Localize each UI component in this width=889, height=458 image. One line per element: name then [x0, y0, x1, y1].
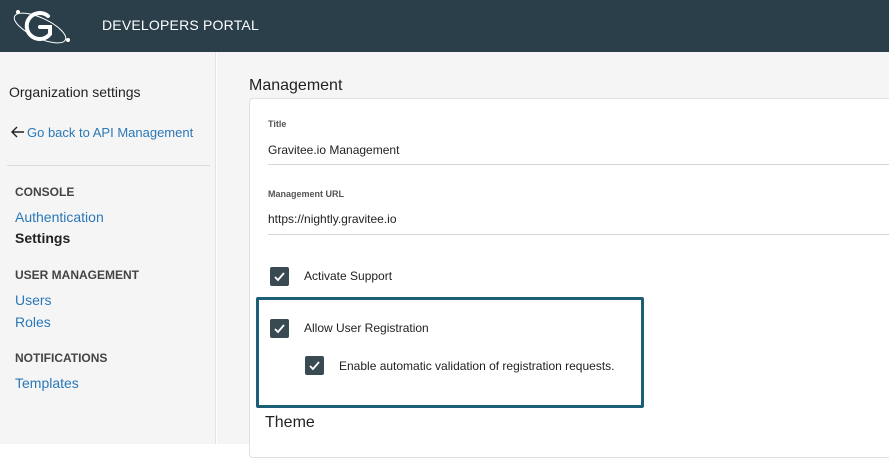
sidebar-item-settings[interactable]: Settings: [15, 230, 70, 246]
activate-support-checkbox[interactable]: [270, 267, 289, 286]
auto-validation-checkbox[interactable]: [305, 356, 324, 375]
check-icon: [274, 272, 285, 282]
top-bar: DEVELOPERS PORTAL: [0, 0, 889, 52]
section-console: CONSOLE: [15, 185, 75, 199]
sidebar-divider: [7, 165, 210, 166]
title-input[interactable]: [268, 143, 868, 157]
registration-highlight-box: [256, 297, 644, 408]
sidebar-item-authentication[interactable]: Authentication: [15, 209, 104, 225]
gravitee-logo-icon[interactable]: [10, 4, 74, 48]
management-url-input-underline: [268, 234, 889, 235]
page-title: Management: [249, 77, 343, 94]
section-user-management: USER MANAGEMENT: [15, 268, 140, 282]
sidebar-item-templates[interactable]: Templates: [15, 375, 79, 391]
management-url-input[interactable]: [268, 212, 868, 226]
check-icon: [309, 361, 320, 371]
sidebar: Organization settings Go back to API Man…: [0, 52, 216, 444]
section-notifications: NOTIFICATIONS: [15, 351, 108, 365]
portal-title: DEVELOPERS PORTAL: [102, 17, 259, 33]
auto-validation-label: Enable automatic validation of registrat…: [339, 359, 615, 373]
check-icon: [274, 324, 285, 334]
sidebar-item-users[interactable]: Users: [15, 292, 52, 308]
title-field-label: Title: [268, 119, 287, 129]
allow-user-registration-label: Allow User Registration: [304, 321, 429, 335]
sidebar-item-roles[interactable]: Roles: [15, 314, 51, 330]
back-to-api-management-link[interactable]: Go back to API Management: [11, 125, 193, 140]
theme-section-title: Theme: [265, 414, 315, 431]
activate-support-label: Activate Support: [304, 269, 393, 283]
arrow-left-icon: [11, 126, 25, 138]
sidebar-title: Organization settings: [9, 84, 141, 100]
back-link-label: Go back to API Management: [27, 125, 194, 140]
management-url-field-label: Management URL: [268, 189, 345, 199]
allow-user-registration-checkbox[interactable]: [270, 319, 289, 338]
title-input-underline: [268, 164, 889, 165]
